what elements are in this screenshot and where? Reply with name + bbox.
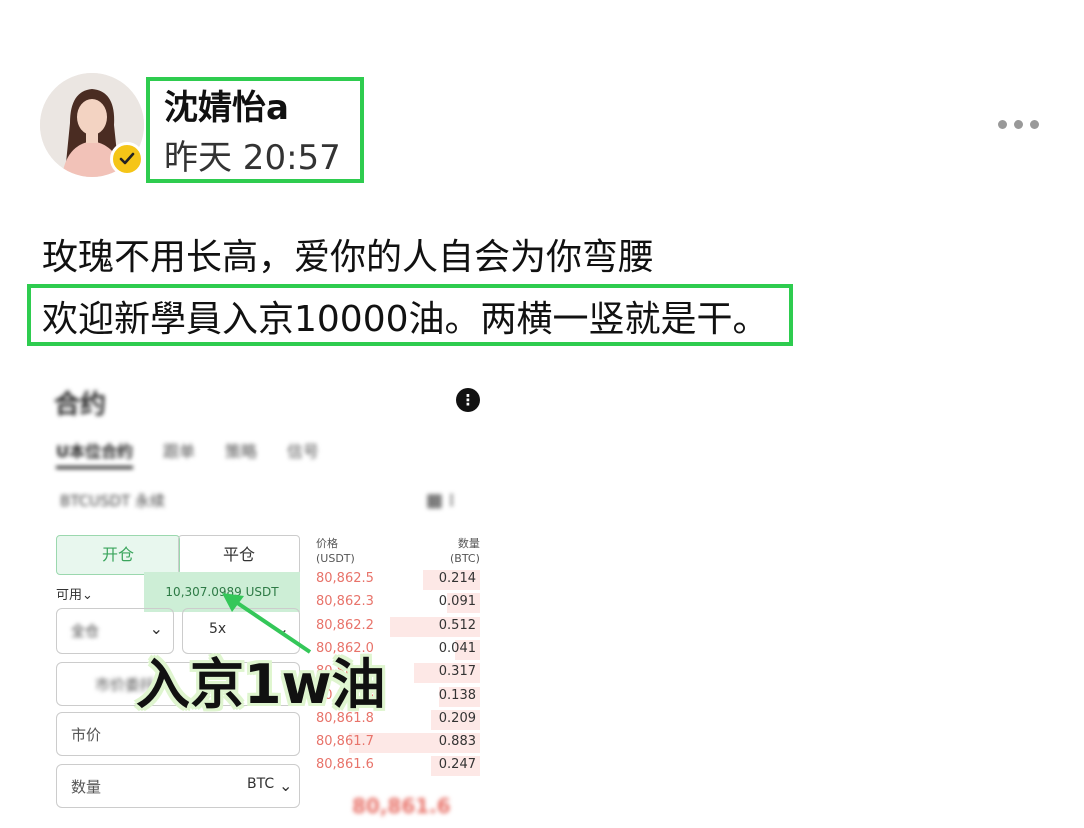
orderbook-price: 80,862.5: [316, 571, 374, 586]
tab-usdt-futures: U本位合约: [56, 438, 133, 469]
orderbook-qty: 0.041: [438, 640, 476, 656]
orderbook-price: 80,862.3: [316, 594, 374, 610]
orderbook-qty: 0.091: [438, 594, 476, 610]
tab-signal: 信号: [287, 442, 320, 461]
orderbook-qty-header: 数量 (BTC): [450, 537, 480, 565]
orderbook-row: 80,861.7 0.883: [316, 731, 480, 754]
more-options-button[interactable]: [990, 110, 1046, 138]
quantity-unit: BTC: [247, 776, 275, 792]
price-placeholder: 市价: [71, 726, 102, 744]
orderbook-qty: 0.512: [438, 617, 476, 633]
available-label: 可用⌄: [56, 588, 93, 603]
orderbook-qty: 0.138: [438, 687, 476, 703]
post-header: 沈婧怡a 昨天 20:57: [0, 0, 1084, 200]
orderbook-row: 80,861.6 0.247: [316, 754, 480, 777]
chevron-down-icon: ⌄: [279, 776, 293, 795]
screen-tabs: U本位合约 跟单 策略 信号: [56, 438, 349, 469]
orderbook-price: 80,861.7: [316, 734, 374, 750]
orderbook-qty: 0.214: [438, 571, 476, 586]
orderbook-row: 80,862.2 0.512: [316, 615, 480, 637]
dot-icon: [997, 119, 1007, 129]
author-name[interactable]: 沈婧怡a: [164, 80, 289, 129]
tab-strategy: 策略: [225, 442, 258, 461]
post-text-line-1: 玫瑰不用长高，爱你的人自会为你弯腰: [42, 237, 655, 278]
quantity-field: 数量 BTC ⌄: [56, 764, 300, 808]
orderbook-price: 80,862.2: [316, 617, 374, 633]
margin-mode-label: 全仓: [71, 624, 99, 640]
dot-icon: [1029, 119, 1039, 129]
close-position-tab: 平仓: [178, 535, 300, 575]
orderbook-qty: 0.883: [438, 734, 476, 750]
orderbook-qty: 0.209: [438, 710, 476, 726]
last-price: 80,861.6: [352, 794, 451, 818]
post-text-line-2: 欢迎新學員入京10000油。两横一竖就是干。: [42, 299, 769, 340]
chart-icon: ▦ ⁞: [426, 490, 455, 511]
orderbook-qty: 0.247: [438, 757, 476, 773]
orderbook-row: 80,862.3 0.091: [316, 591, 480, 614]
overlay-caption: 入京1w油: [136, 653, 386, 716]
open-position-tab: 开仓: [56, 535, 180, 575]
verified-badge-icon: [110, 142, 144, 176]
screen-title: 合约: [54, 390, 107, 420]
chevron-down-icon: ⌄: [149, 619, 163, 638]
dot-icon: [1013, 119, 1023, 129]
quantity-placeholder: 数量: [71, 778, 102, 796]
post-timestamp: 昨天 20:57: [164, 138, 341, 178]
orderbook-row: 80,862.5 0.214: [316, 568, 480, 590]
trading-pair: BTCUSDT 永续: [60, 492, 166, 510]
info-icon: ⋮: [456, 388, 480, 412]
orderbook-qty: 0.317: [438, 664, 476, 680]
orderbook-price: 80,861.6: [316, 757, 374, 773]
orderbook-price-header: 价格 (USDT): [316, 537, 355, 565]
tab-copy: 跟单: [163, 442, 196, 461]
